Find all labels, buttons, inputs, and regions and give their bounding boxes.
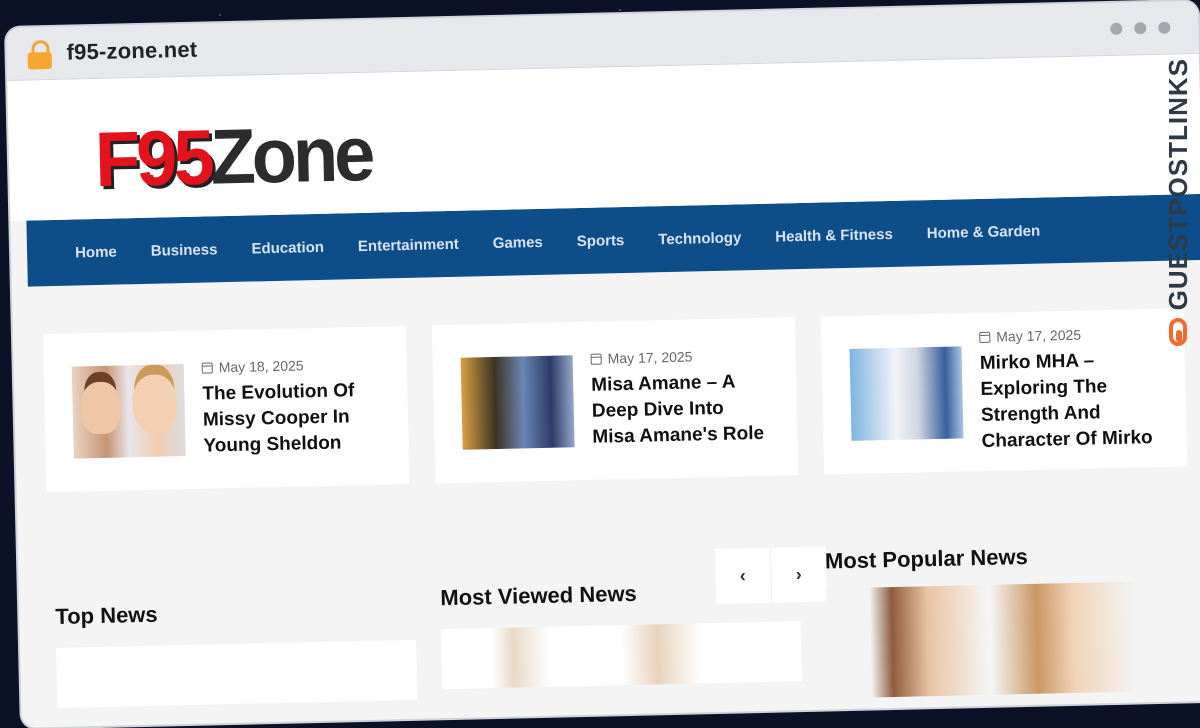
- featured-posts: May 18, 2025 The Evolution Of Missy Coop…: [12, 260, 1200, 493]
- calendar-icon: [979, 331, 991, 343]
- site-logo[interactable]: F95Zone: [94, 109, 372, 204]
- post-date: May 17, 2025: [996, 326, 1082, 345]
- most-popular-section: Most Popular News: [824, 532, 1200, 699]
- featured-thumbnail[interactable]: [71, 364, 186, 459]
- calendar-icon: [590, 353, 602, 365]
- browser-window: f95-zone.net F95Zone Home Business Educa…: [6, 0, 1200, 728]
- post-title-link[interactable]: Misa Amane – A Deep Dive Into Misa Amane…: [591, 369, 770, 451]
- post-title-link[interactable]: Mirko MHA – Exploring The Strength And C…: [980, 347, 1159, 455]
- most-viewed-section: Most Viewed News ‹ ›: [439, 541, 828, 708]
- post-title-link[interactable]: The Evolution Of Missy Cooper In Young S…: [202, 378, 381, 460]
- window-dot-2[interactable]: [1134, 22, 1147, 35]
- top-news-section: Top News: [54, 549, 443, 716]
- most-popular-image[interactable]: [825, 580, 1190, 699]
- nav-sports[interactable]: Sports: [577, 232, 625, 250]
- chevron-left-icon: ‹: [739, 565, 746, 586]
- nav-entertainment[interactable]: Entertainment: [358, 235, 459, 254]
- guestpostlinks-watermark: GUESTPOSTLINKS: [1160, 58, 1196, 358]
- nav-home[interactable]: Home: [75, 243, 117, 261]
- window-controls: [1110, 21, 1171, 35]
- logo-part-zone: Zone: [209, 109, 373, 201]
- slider-prev-button[interactable]: ‹: [714, 547, 772, 605]
- featured-card[interactable]: May 17, 2025 Mirko MHA – Exploring The S…: [820, 308, 1188, 475]
- most-viewed-panel[interactable]: [441, 621, 803, 690]
- chevron-right-icon: ›: [795, 564, 802, 585]
- nav-health-fitness[interactable]: Health & Fitness: [775, 225, 893, 245]
- featured-card[interactable]: May 18, 2025 The Evolution Of Missy Coop…: [42, 326, 410, 493]
- slider-controls: ‹ ›: [714, 546, 828, 605]
- nav-technology[interactable]: Technology: [658, 229, 741, 248]
- slider-next-button[interactable]: ›: [770, 546, 828, 603]
- post-date: May 17, 2025: [607, 348, 693, 367]
- nav-home-garden[interactable]: Home & Garden: [927, 222, 1041, 242]
- watermark-text: GUESTPOSTLINKS: [1162, 58, 1193, 311]
- featured-card[interactable]: May 17, 2025 Misa Amane – A Deep Dive In…: [431, 317, 799, 484]
- top-news-panel: [56, 639, 418, 709]
- most-popular-heading: Most Popular News: [824, 543, 1029, 574]
- window-dot-3[interactable]: [1158, 21, 1171, 34]
- site-header: F95Zone: [7, 53, 1200, 221]
- link-icon: [1169, 318, 1187, 347]
- nav-education[interactable]: Education: [251, 238, 324, 257]
- lock-icon: [26, 40, 53, 71]
- news-sections: Top News Most Viewed News ‹ › Most Popul…: [18, 532, 1200, 717]
- logo-part-f95: F95: [94, 113, 212, 204]
- calendar-icon: [201, 361, 213, 374]
- site-page: F95Zone Home Business Education Entertai…: [7, 53, 1200, 717]
- post-date: May 18, 2025: [218, 357, 304, 376]
- nav-business[interactable]: Business: [151, 241, 218, 260]
- nav-games[interactable]: Games: [493, 233, 543, 251]
- window-dot-1[interactable]: [1110, 22, 1123, 35]
- featured-thumbnail[interactable]: [460, 355, 575, 450]
- top-news-heading: Top News: [55, 601, 158, 630]
- featured-thumbnail[interactable]: [849, 346, 964, 441]
- address-bar-url[interactable]: f95-zone.net: [66, 37, 197, 66]
